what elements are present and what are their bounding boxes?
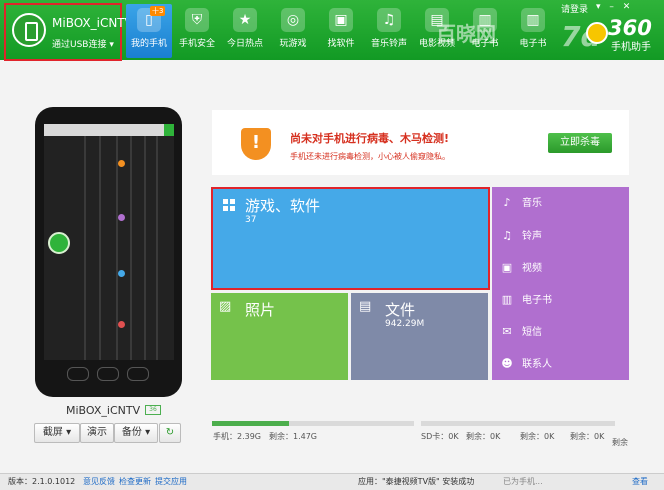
- phone-menu-button: [127, 367, 149, 381]
- files-tile-title: 文件: [385, 301, 416, 319]
- sd-storage-remaining: 剩余：0K: [466, 432, 501, 441]
- contact-icon: ☻: [501, 357, 513, 370]
- sd2-storage-remaining: 剩余：0K: [520, 432, 555, 441]
- mail-icon: ✉: [502, 325, 512, 338]
- chevron-down-icon: ▾: [109, 40, 114, 50]
- bell-icon: ♫: [502, 229, 512, 242]
- warning-shield-icon: !: [241, 128, 271, 160]
- files-tile-size: 942.29M: [385, 319, 425, 329]
- ebook-icon: ▥: [501, 293, 513, 306]
- photos-tile-title: 照片: [245, 301, 276, 319]
- phone-back-button: [67, 367, 89, 381]
- scan-virus-button[interactable]: 立即杀毒: [548, 133, 612, 153]
- menu-item-contacts[interactable]: ☻ 联系人: [500, 354, 628, 374]
- status-bar: 版本：2.1.0.1012 意见反馈 检查更新 提交应用 应用："泰捷视频TV版…: [0, 473, 664, 490]
- menu-item-video[interactable]: ▣ 视频: [500, 258, 628, 278]
- music-note-icon: ♪: [503, 196, 511, 209]
- shield-icon: ⛨: [185, 8, 209, 32]
- photos-tile[interactable]: ▨ 照片: [211, 293, 348, 380]
- media-menu: [492, 187, 629, 380]
- device-connection[interactable]: 通过USB连接 ▾: [52, 37, 114, 50]
- login-link[interactable]: 请登录: [561, 2, 588, 15]
- app-icon: [48, 232, 70, 254]
- logo-number: 360: [608, 16, 652, 40]
- music-icon: ♫: [377, 8, 401, 32]
- phone-storage-remaining: 剩余：1.47G: [269, 432, 318, 441]
- menu-item-music[interactable]: ♪ 音乐: [500, 193, 628, 213]
- games-tile-highlight: [211, 187, 490, 290]
- view-link[interactable]: 查看: [632, 476, 648, 487]
- sd3-storage-remaining: 剩余：0K: [570, 432, 605, 441]
- star-icon: ★: [233, 8, 257, 32]
- screenshot-button[interactable]: 截屏 ▾: [34, 423, 80, 443]
- tab-ebook-2[interactable]: ▥ 电子书: [510, 4, 556, 58]
- menu-item-ebook[interactable]: ▥ 电子书: [500, 290, 628, 310]
- sd-storage-used: SD卡：0K: [421, 432, 459, 441]
- tab-my-phone[interactable]: ▯ 十3 我的手机: [126, 4, 172, 58]
- phone-storage-used: 手机：2.39G: [213, 432, 262, 441]
- check-update-link[interactable]: 检查更新: [119, 476, 151, 487]
- phone-storage-fill: [212, 421, 289, 426]
- files-tile[interactable]: ▤ 文件 942.29M: [351, 293, 488, 380]
- status-right: 已为手机...: [503, 477, 543, 486]
- menu-item-sms[interactable]: ✉ 短信: [500, 322, 628, 342]
- file-icon: ▤: [359, 299, 372, 314]
- tab-phone-security[interactable]: ⛨ 手机安全: [174, 4, 220, 58]
- install-status: 应用："泰捷视频TV版" 安装成功: [358, 477, 475, 486]
- battery-icon: 36: [145, 405, 161, 415]
- refresh-icon[interactable]: ↻: [159, 423, 181, 443]
- backup-button[interactable]: 备份 ▾: [114, 423, 158, 443]
- tab-hot-news[interactable]: ★ 今日热点: [222, 4, 268, 58]
- logo-text: 手机助手: [611, 42, 651, 53]
- device-selector[interactable]: MiBOX_iCNTV 通过USB连接 ▾: [4, 3, 133, 61]
- bag-icon: ▣: [329, 8, 353, 32]
- device-label: MiBOX_iCNTV: [66, 404, 141, 417]
- video-icon: ▣: [501, 261, 513, 274]
- phone-status-indicator: [164, 124, 174, 136]
- photo-icon: ▨: [219, 299, 232, 314]
- phone-storage-bar: [212, 421, 414, 426]
- storage-tail: 剩余: [612, 438, 628, 447]
- watermark-text: 百晓网: [436, 22, 496, 46]
- device-name: MiBOX_iCNTV: [52, 16, 133, 30]
- phone-home-button: [97, 367, 119, 381]
- tab-games[interactable]: ◎ 玩游戏: [270, 4, 316, 58]
- book-icon: ▥: [521, 8, 545, 32]
- tab-music[interactable]: ♫ 音乐铃声: [366, 4, 412, 58]
- logo-icon: [586, 22, 608, 44]
- version-text: 版本：2.1.0.1012: [8, 477, 76, 486]
- warning-title: 尚未对手机进行病毒、木马检测!: [290, 132, 450, 145]
- warning-subtitle: 手机还未进行病毒检测，小心被人偷窥隐私。: [290, 152, 450, 161]
- update-badge: 十3: [150, 6, 166, 16]
- demo-button[interactable]: 演示: [80, 423, 114, 443]
- phone-icon: [12, 13, 46, 47]
- feedback-link[interactable]: 意见反馈: [83, 476, 115, 487]
- gamepad-icon: ◎: [281, 8, 305, 32]
- menu-item-ringtone[interactable]: ♫ 铃声: [500, 226, 628, 246]
- phone-status-bar: [44, 124, 174, 136]
- sd-storage-bar: [421, 421, 615, 426]
- tab-software[interactable]: ▣ 找软件: [318, 4, 364, 58]
- window-controls[interactable]: ▾ – ✕: [596, 2, 633, 12]
- submit-app-link[interactable]: 提交应用: [155, 476, 187, 487]
